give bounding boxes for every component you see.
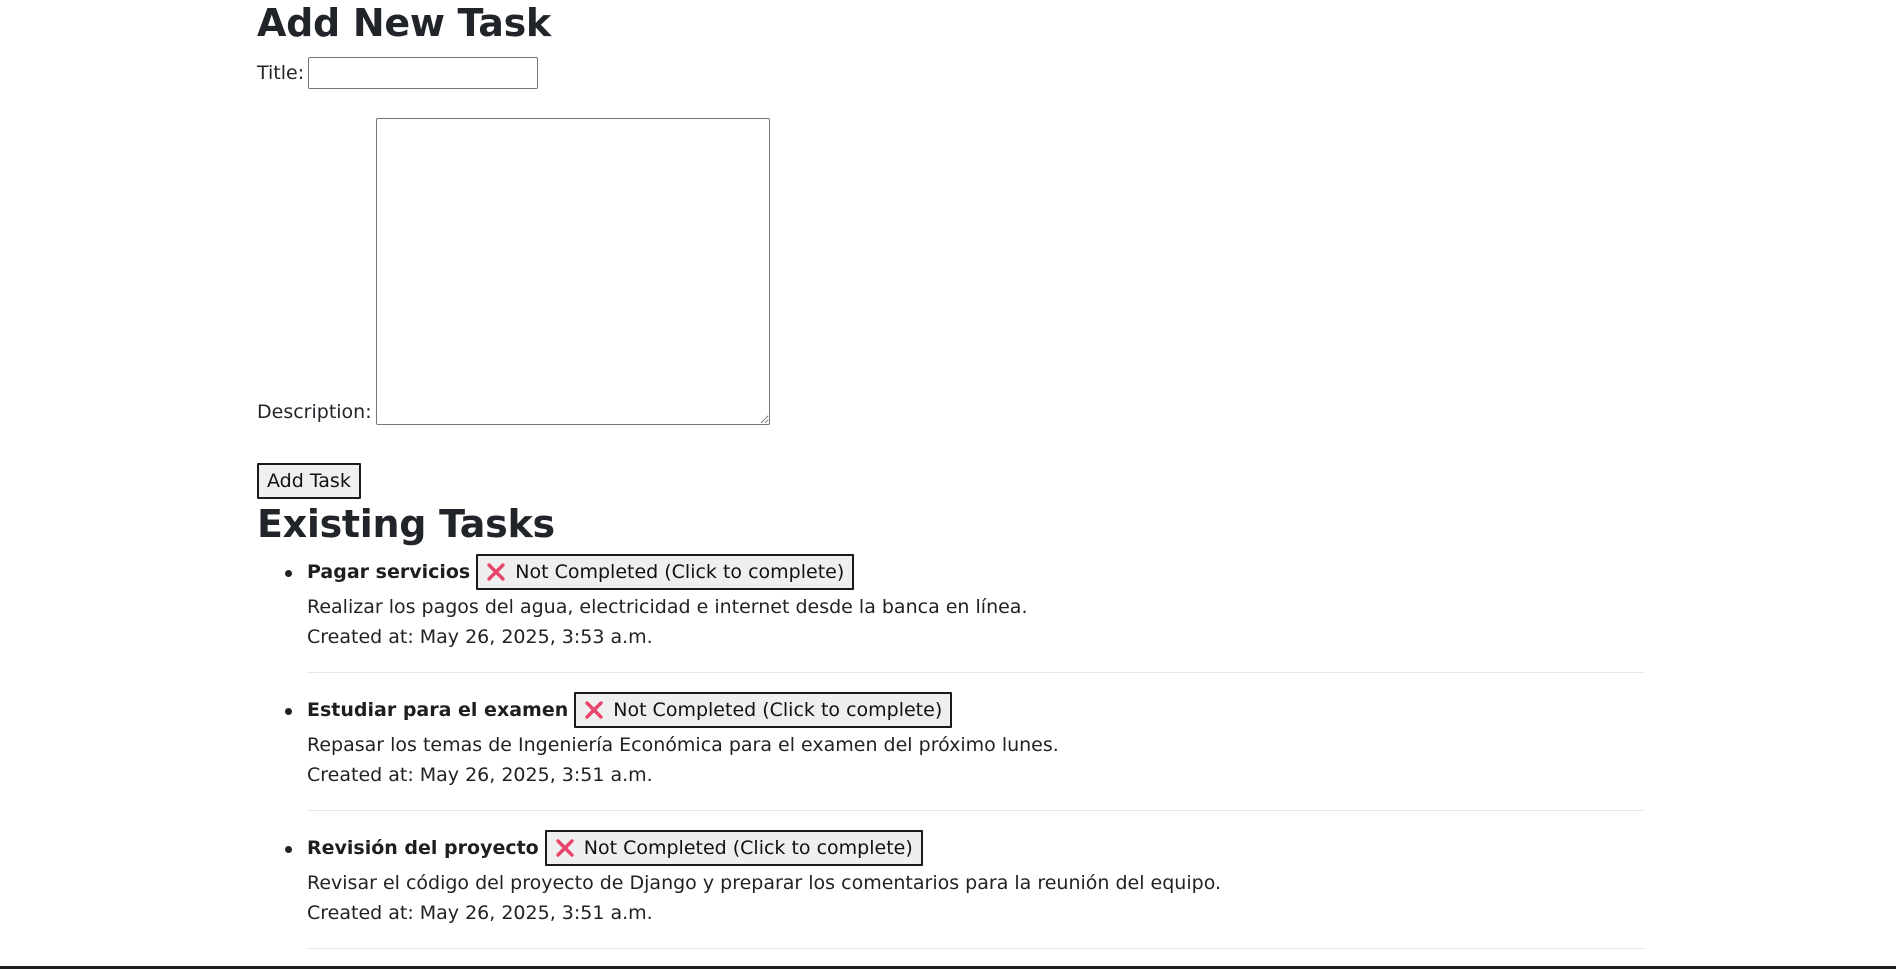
bullet	[285, 846, 292, 853]
toggle-complete-button[interactable]: Not Completed (Click to complete)	[574, 692, 953, 728]
existing-tasks-heading: Existing Tasks	[257, 502, 555, 546]
task-header: Pagar servicios Not Completed (Click to …	[307, 554, 1644, 590]
task-description: Realizar los pagos del agua, electricida…	[307, 596, 1028, 618]
task-title: Pagar servicios	[307, 561, 471, 583]
task-item: Pagar servicios Not Completed (Click to …	[285, 554, 1644, 673]
bullet	[285, 570, 292, 577]
description-textarea[interactable]	[375, 118, 770, 425]
title-label: Title:	[257, 62, 305, 84]
task-created-at: Created at: May 26, 2025, 3:51 a.m.	[307, 764, 653, 786]
cross-mark-icon	[555, 838, 575, 858]
cross-mark-icon	[584, 700, 604, 720]
status-label: Not Completed (Click to complete)	[515, 561, 845, 583]
title-input[interactable]	[308, 57, 539, 89]
task-header: Estudiar para el examen Not Completed (C…	[307, 692, 1644, 728]
bullet	[285, 708, 292, 715]
task-created-at: Created at: May 26, 2025, 3:53 a.m.	[307, 626, 653, 648]
description-label: Description:	[257, 401, 372, 423]
task-title: Estudiar para el examen	[307, 699, 569, 721]
main-content: Add New Task Title: Description: Add Tas…	[257, 0, 1647, 968]
task-item: Estudiar para el examen Not Completed (C…	[285, 692, 1644, 811]
page: Add New Task Title: Description: Add Tas…	[0, 0, 1896, 969]
title-row: Title:	[257, 54, 1647, 92]
toggle-complete-button[interactable]: Not Completed (Click to complete)	[544, 830, 923, 866]
task-description: Revisar el código del proyecto de Django…	[307, 872, 1222, 894]
task-header: Revisión del proyecto Not Completed (Cli…	[307, 830, 1644, 866]
task-list: Pagar servicios Not Completed (Click to …	[257, 554, 1647, 949]
status-label: Not Completed (Click to complete)	[583, 837, 913, 859]
task-item: Revisión del proyecto Not Completed (Cli…	[285, 830, 1644, 949]
status-label: Not Completed (Click to complete)	[613, 699, 943, 721]
add-task-button[interactable]: Add Task	[257, 463, 361, 499]
task-created-at: Created at: May 26, 2025, 3:51 a.m.	[307, 902, 653, 924]
task-title: Revisión del proyecto	[307, 837, 539, 859]
add-task-heading: Add New Task	[257, 1, 551, 45]
description-row: Description:	[257, 118, 1647, 425]
task-description: Repasar los temas de Ingeniería Económic…	[307, 734, 1059, 756]
toggle-complete-button[interactable]: Not Completed (Click to complete)	[476, 554, 855, 590]
cross-mark-icon	[486, 562, 506, 582]
